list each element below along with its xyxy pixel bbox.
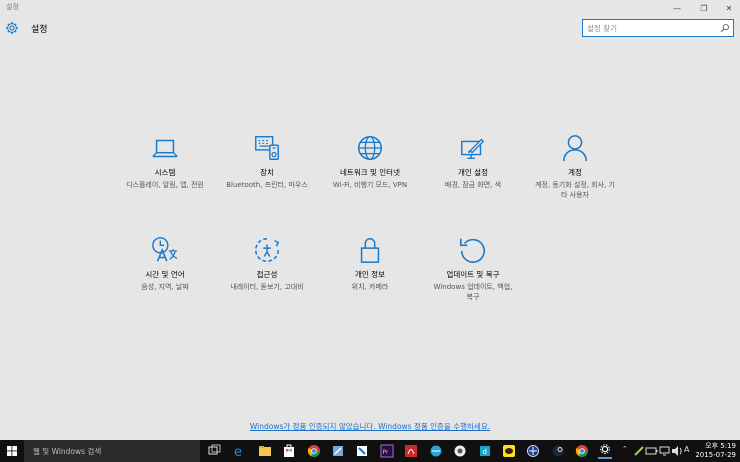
- search-input[interactable]: [587, 22, 717, 34]
- volume-icon[interactable]: [670, 443, 684, 459]
- gear-icon: [5, 21, 19, 35]
- clock[interactable]: 오후 5:19 2015-07-29: [695, 442, 736, 460]
- time-language-icon: [152, 237, 178, 262]
- tile-label: 개인 정보: [355, 270, 385, 279]
- start-button[interactable]: [0, 440, 24, 462]
- tile-time-language[interactable]: 시간 및 언어 음성, 지역, 날짜: [115, 235, 215, 292]
- app-icon-4[interactable]: [453, 443, 467, 459]
- app-icon-1[interactable]: [331, 443, 345, 459]
- tile-label: 네트워크 및 인터넷: [340, 168, 400, 177]
- tray-app-icon[interactable]: [632, 443, 646, 459]
- activation-link[interactable]: Windows가 정품 인증되지 않았습니다. Windows 정품 인증을 수…: [0, 421, 740, 432]
- tile-system[interactable]: 시스템 디스플레이, 알림, 앱, 전원: [115, 133, 215, 190]
- kakaotalk-icon[interactable]: [502, 443, 516, 459]
- svg-text:e: e: [234, 445, 242, 459]
- tile-label: 개인 설정: [458, 168, 488, 177]
- store-icon[interactable]: [282, 443, 296, 459]
- clock-time: 오후 5:19: [705, 442, 736, 450]
- tile-description: Windows 업데이트, 백업, 복구: [433, 283, 513, 301]
- window-title: 설정: [6, 3, 19, 11]
- taskbar-search[interactable]: 웹 및 Windows 검색: [24, 440, 200, 462]
- chrome-icon[interactable]: [307, 443, 321, 459]
- svg-text:d: d: [483, 448, 487, 456]
- tile-label: 업데이트 및 복구: [446, 270, 500, 279]
- tile-label: 시간 및 언어: [145, 270, 185, 279]
- tile-label: 계정: [568, 168, 582, 177]
- task-view-icon[interactable]: [207, 443, 221, 459]
- edge-browser-icon[interactable]: e: [233, 443, 247, 459]
- tile-accounts[interactable]: 계정 계정, 동기화 설정, 회사, 기타 사용자: [525, 133, 625, 200]
- tile-personalization[interactable]: 개인 설정 배경, 잠금 화면, 색: [423, 133, 523, 190]
- tile-description: Bluetooth, 프린터, 마우스: [226, 181, 308, 189]
- tile-label: 시스템: [154, 168, 176, 177]
- windows-logo-icon: [7, 446, 17, 456]
- laptop-icon: [152, 139, 178, 158]
- person-icon: [563, 135, 587, 162]
- ease-of-access-icon: [255, 238, 280, 262]
- maximize-button[interactable]: ❐: [693, 0, 715, 16]
- close-button[interactable]: ✕: [718, 0, 740, 16]
- file-explorer-icon[interactable]: [258, 443, 272, 459]
- clock-date: 2015-07-29: [695, 451, 736, 459]
- minimize-button[interactable]: —: [666, 0, 688, 16]
- taskbar-search-placeholder: 웹 및 Windows 검색: [33, 447, 102, 456]
- refresh-icon: [460, 238, 486, 263]
- app-icon-6[interactable]: [526, 443, 540, 459]
- tile-description: 내레이터, 돋보기, 고대비: [230, 283, 304, 291]
- app-icon-2[interactable]: [355, 443, 369, 459]
- tile-description: 음성, 지역, 날짜: [141, 283, 189, 291]
- tile-description: 배경, 잠금 화면, 색: [444, 181, 502, 189]
- battery-icon[interactable]: [645, 443, 659, 459]
- lock-icon: [360, 238, 380, 263]
- title-bar: 설정 — ❐ ✕: [0, 0, 740, 16]
- tile-devices[interactable]: 장치 Bluetooth, 프린터, 마우스: [217, 133, 317, 190]
- settings-taskbar-icon[interactable]: [598, 443, 612, 459]
- tile-description: Wi-Fi, 비행기 모드, VPN: [332, 181, 408, 189]
- paint-monitor-icon: [461, 138, 485, 160]
- acrobat-icon[interactable]: [404, 443, 418, 459]
- premiere-icon[interactable]: Pr: [380, 443, 394, 459]
- settings-search-box[interactable]: [582, 19, 734, 37]
- tile-description: 계정, 동기화 설정, 회사, 기타 사용자: [535, 181, 615, 199]
- tile-privacy[interactable]: 개인 정보 위치, 카메라: [320, 235, 420, 292]
- tile-ease-of-access[interactable]: 접근성 내레이터, 돋보기, 고대비: [217, 235, 317, 292]
- globe-icon: [358, 136, 382, 160]
- tile-update-recovery[interactable]: 업데이트 및 복구 Windows 업데이트, 백업, 복구: [423, 235, 523, 302]
- search-icon[interactable]: [720, 23, 730, 33]
- input-indicator[interactable]: A: [684, 445, 689, 454]
- app-icon-3[interactable]: [429, 443, 443, 459]
- tile-network[interactable]: 네트워크 및 인터넷 Wi-Fi, 비행기 모드, VPN: [320, 133, 420, 190]
- steam-icon[interactable]: [551, 443, 565, 459]
- app-icon-5[interactable]: d: [478, 443, 492, 459]
- page-title: 설정: [31, 25, 48, 35]
- taskbar: 웹 및 Windows 검색 e Pr d ⌃ A 오후 5:19 2015-0…: [0, 440, 740, 462]
- tile-description: 위치, 카메라: [351, 283, 389, 291]
- chrome-icon-2[interactable]: [575, 443, 589, 459]
- keyboard-icon: [255, 136, 279, 160]
- svg-text:Pr: Pr: [383, 449, 390, 456]
- tile-description: 디스플레이, 알림, 앱, 전원: [126, 181, 204, 189]
- tile-label: 접근성: [256, 270, 278, 279]
- show-hidden-icons-icon[interactable]: ⌃: [622, 445, 628, 453]
- tile-label: 장치: [260, 168, 274, 177]
